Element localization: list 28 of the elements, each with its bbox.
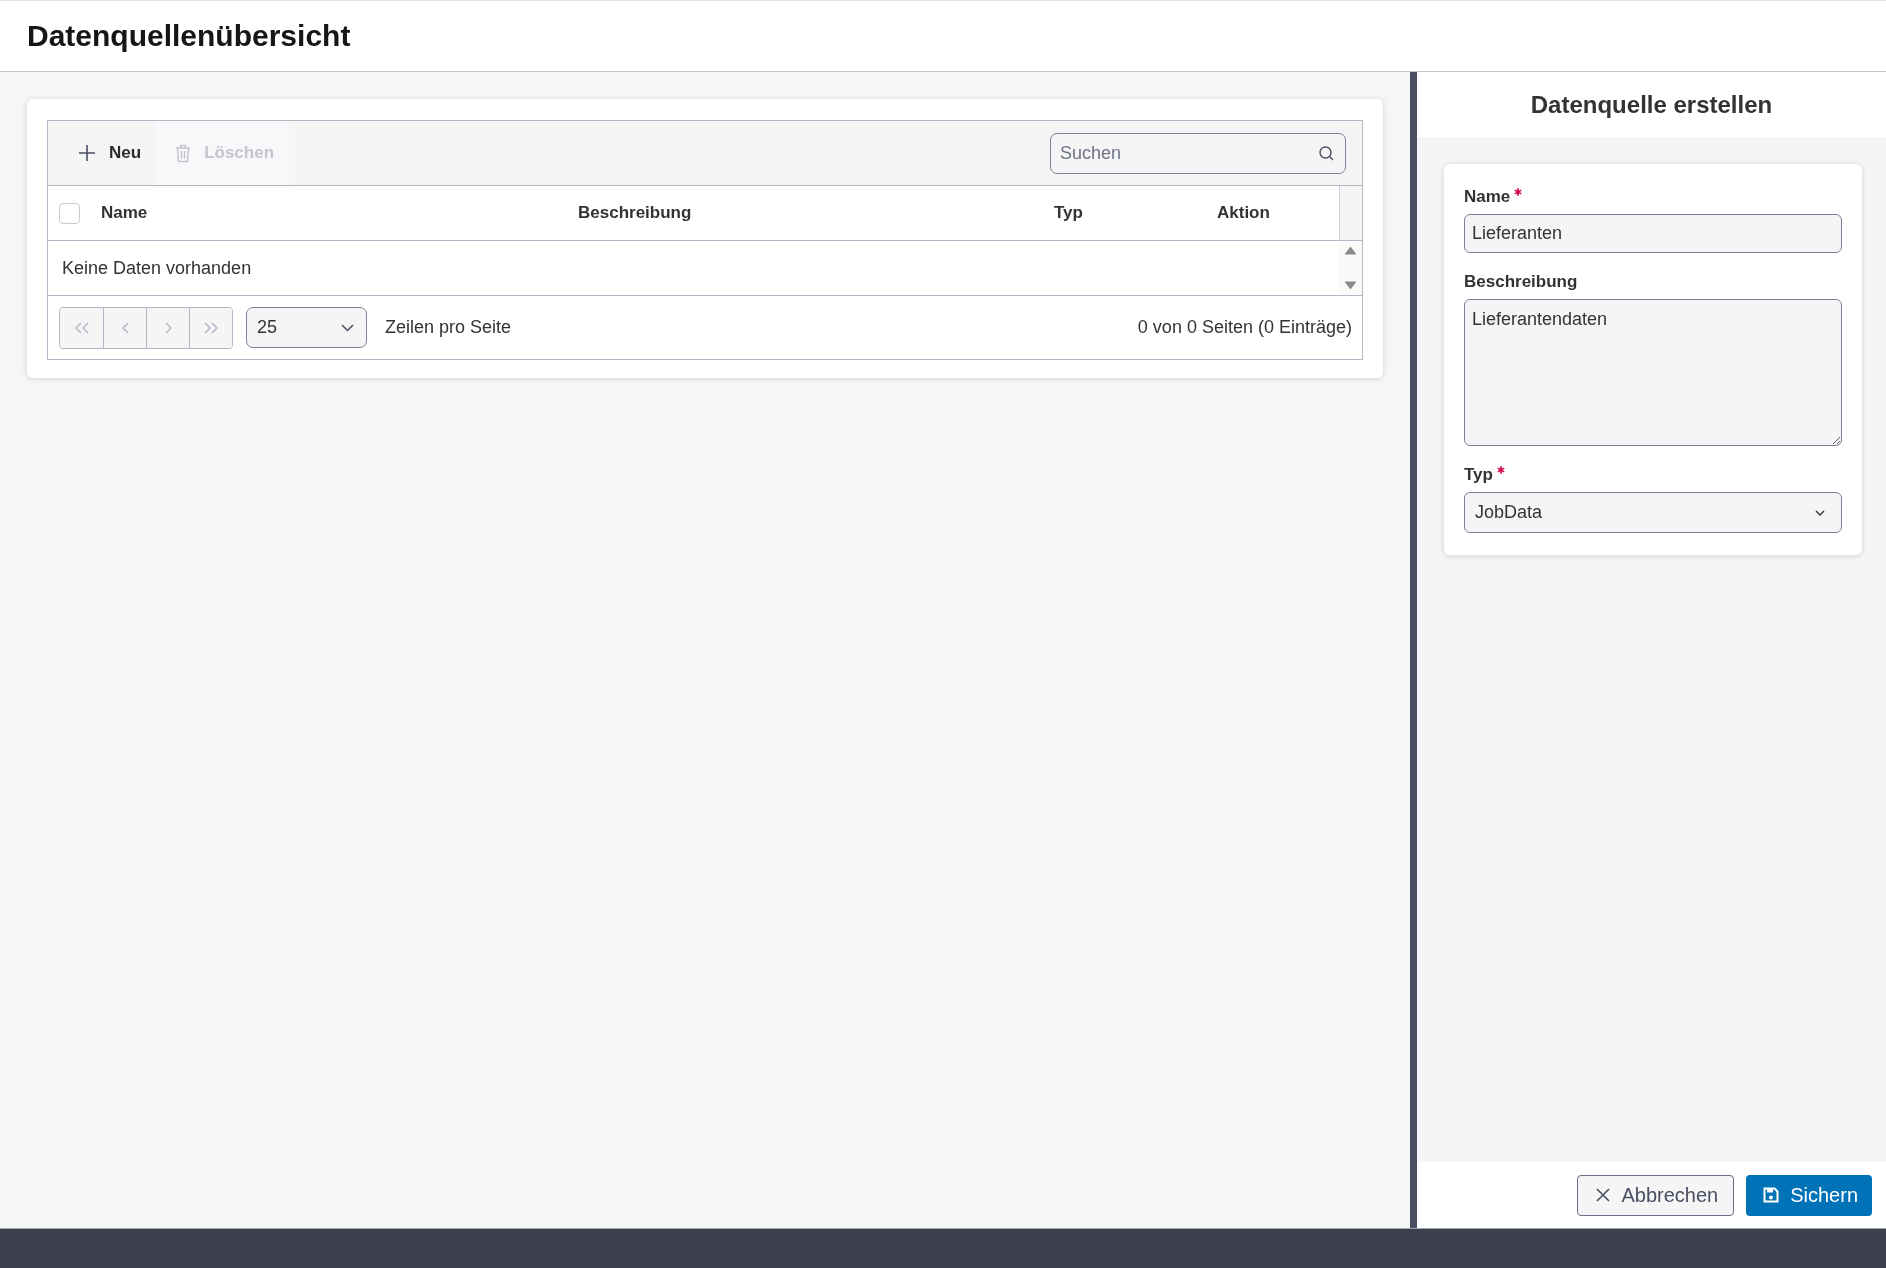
- description-textarea[interactable]: Lieferantendaten: [1464, 299, 1842, 446]
- column-header[interactable]: Aktion: [1217, 203, 1270, 222]
- select-all-checkbox[interactable]: [59, 202, 80, 224]
- field-label: Typ: [1464, 465, 1493, 485]
- chevron-down-icon[interactable]: [1815, 509, 1825, 516]
- name-input[interactable]: Lieferanten: [1464, 214, 1842, 253]
- field-label: Beschreibung: [1464, 272, 1578, 292]
- column-header[interactable]: Beschreibung: [578, 203, 692, 222]
- panel-title: Datenquelle erstellen: [1530, 90, 1773, 119]
- type-dropdown[interactable]: JobData: [1464, 492, 1842, 533]
- splitter-handle[interactable]: [1410, 72, 1417, 1228]
- scroll-down-icon[interactable]: [1344, 281, 1357, 290]
- close-icon[interactable]: [1596, 1188, 1611, 1202]
- page-size-dropdown[interactable]: 25: [246, 307, 367, 348]
- column-header[interactable]: Typ: [1054, 203, 1083, 222]
- save-button[interactable]: Sichern: [1746, 1174, 1872, 1216]
- search-field[interactable]: Suchen: [1050, 132, 1346, 174]
- page-size-label: Zeilen pro Seite: [385, 317, 512, 338]
- page-summary: 0 von 0 Seiten (0 Einträge): [1137, 317, 1352, 338]
- cancel-button[interactable]: Abbrechen: [1577, 1174, 1735, 1216]
- chevron-down-icon[interactable]: [341, 323, 354, 332]
- column-header[interactable]: Name: [101, 203, 148, 222]
- field-label: Name: [1464, 187, 1511, 207]
- page-title: Datenquellenübersicht: [27, 19, 351, 53]
- search-icon[interactable]: [1319, 145, 1334, 161]
- scroll-up-icon[interactable]: [1344, 246, 1357, 255]
- plus-icon[interactable]: [78, 144, 96, 162]
- empty-table-message: Keine Daten vorhanden: [61, 257, 253, 279]
